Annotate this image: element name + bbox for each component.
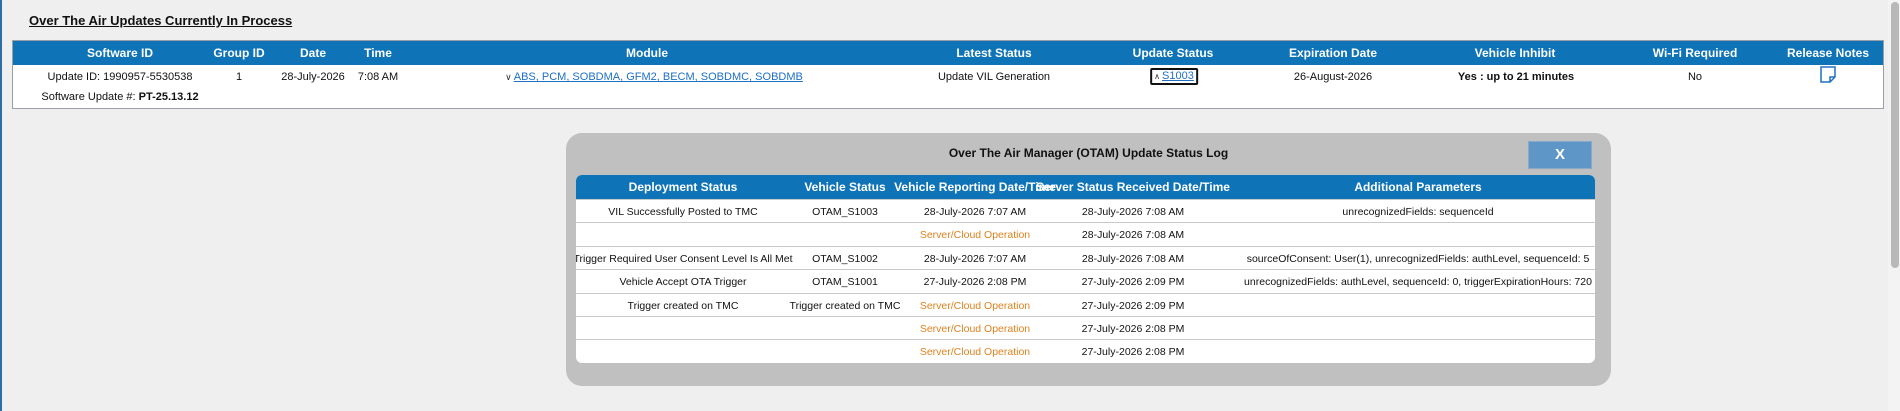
update-id-label: Update ID: bbox=[47, 71, 101, 83]
row-vehicle-reporting: 28-July-2026 7:07 AM bbox=[923, 206, 1027, 218]
row-deployment-status: VIL Successfully Posted to TMC bbox=[608, 206, 758, 218]
row-deployment-status: Trigger created on TMC bbox=[627, 299, 739, 312]
vehicle-inhibit-prefix: Yes : bbox=[1457, 71, 1484, 83]
row-vehicle-reporting: 27-July-2026 2:08 PM bbox=[923, 276, 1027, 289]
chevron-up-icon: ∧ bbox=[1154, 72, 1161, 81]
col-group-id: Group ID bbox=[213, 46, 265, 60]
row-vehicle-reporting: Server/Cloud Operation bbox=[919, 323, 1031, 335]
col-expiration-date: Expiration Date bbox=[1288, 46, 1378, 60]
row-server-received: 27-July-2026 2:09 PM bbox=[1081, 276, 1185, 289]
update-status-link[interactable]: S1003 bbox=[1162, 70, 1194, 82]
col-time: Time bbox=[364, 46, 392, 60]
col-vehicle-reporting: Vehicle Reporting Date/Time bbox=[894, 180, 1056, 194]
row-additional-parameters: sourceOfConsent: User(1), unrecognizedFi… bbox=[1246, 252, 1590, 265]
expiration-date-cell: 26-August-2026 bbox=[1293, 71, 1373, 83]
row-vehicle-status: OTAM_S1002 bbox=[812, 252, 878, 265]
table-row: Server/Cloud Operation 28-July-2026 7:08 … bbox=[576, 222, 1595, 246]
row-additional-parameters: unrecognizedFields: authLevel, sequenceI… bbox=[1244, 276, 1592, 289]
row-vehicle-reporting: 28-July-2026 7:07 AM bbox=[923, 252, 1027, 265]
scrollbar-thumb[interactable] bbox=[1891, 2, 1899, 268]
row-vehicle-status: Trigger created on TMC bbox=[789, 299, 901, 312]
row-vehicle-status: OTAM_S1003 bbox=[812, 206, 878, 218]
row-server-received: 27-July-2026 2:08 PM bbox=[1081, 323, 1185, 335]
col-additional-parameters: Additional Parameters bbox=[1354, 180, 1482, 194]
row-vehicle-reporting: Server/Cloud Operation bbox=[919, 299, 1031, 312]
table-row: VIL Successfully Posted to TMC OTAM_S1003… bbox=[576, 199, 1595, 223]
row-server-received: 28-July-2026 7:08 AM bbox=[1081, 252, 1185, 265]
page: Over The Air Updates Currently In Proces… bbox=[0, 0, 1900, 411]
row-additional-parameters: unrecognizedFields: sequenceId bbox=[1342, 206, 1494, 218]
software-update-label: Software Update #: bbox=[41, 91, 136, 103]
row-vehicle-status: OTAM_S1001 bbox=[812, 276, 878, 289]
col-wifi-required: Wi-Fi Required bbox=[1652, 46, 1738, 60]
table-row: Trigger Required User Consent Level Is A… bbox=[576, 245, 1595, 270]
table-row: Vehicle Accept OTA Trigger OTAM_S1001 27-J… bbox=[576, 269, 1595, 293]
vehicle-inhibit-cell: Yes : up to 21 minutes bbox=[1458, 71, 1574, 83]
row-deployment-status: Trigger Required User Consent Level Is A… bbox=[576, 252, 793, 265]
update-id: Update ID: 1990957-5530538 bbox=[48, 71, 193, 83]
table-row: Server/Cloud Operation 27-July-2026 2:08 … bbox=[576, 316, 1595, 340]
col-software-id: Software ID bbox=[86, 46, 154, 60]
row-deployment-status: Vehicle Accept OTA Trigger bbox=[619, 276, 747, 289]
status-log-dialog: Over The Air Manager (OTAM) Update Statu… bbox=[566, 133, 1611, 386]
row-server-received: 28-July-2026 7:08 AM bbox=[1081, 206, 1185, 218]
close-button[interactable]: X bbox=[1528, 141, 1592, 169]
time-cell: 7:08 AM bbox=[357, 71, 399, 83]
updates-table-header: Software ID Group ID Date Time Module La… bbox=[13, 41, 1883, 65]
col-server-received: Server Status Received Date/Time bbox=[1036, 180, 1230, 194]
col-vehicle-status: Vehicle Status bbox=[804, 180, 886, 194]
page-title: Over The Air Updates Currently In Proces… bbox=[29, 13, 293, 28]
col-deployment-status: Deployment Status bbox=[628, 180, 738, 194]
latest-status-cell: Update VIL Generation bbox=[937, 71, 1051, 83]
table-row: Server/Cloud Operation 27-July-2026 2:08 … bbox=[576, 339, 1595, 363]
chevron-down-icon[interactable]: ∨ bbox=[505, 72, 512, 82]
status-log-header: Deployment Status Vehicle Status Vehicle… bbox=[576, 175, 1595, 199]
vertical-scrollbar[interactable] bbox=[1888, 0, 1900, 411]
update-status-cell[interactable]: ∧ S1003 bbox=[1150, 68, 1198, 85]
status-log-table: Deployment Status Vehicle Status Vehicle… bbox=[576, 175, 1595, 363]
wifi-required-cell: No bbox=[1687, 71, 1703, 83]
col-date: Date bbox=[299, 46, 327, 60]
software-update-value: PT-25.13.12 bbox=[138, 91, 199, 103]
update-id-value: 1990957-5530538 bbox=[103, 71, 193, 83]
updates-table: Software ID Group ID Date Time Module La… bbox=[12, 40, 1884, 109]
group-id-cell: 1 bbox=[235, 71, 243, 83]
update-status-button[interactable]: ∧ S1003 bbox=[1150, 68, 1198, 85]
date-cell: 28-July-2026 bbox=[281, 71, 345, 83]
row-server-received: 27-July-2026 2:08 PM bbox=[1081, 346, 1185, 359]
document-icon[interactable] bbox=[1819, 66, 1837, 83]
module-link[interactable]: ABS, PCM, SOBDMA, GFM2, BECM, SOBDMC, SO… bbox=[514, 71, 803, 83]
col-update-status: Update Status bbox=[1132, 46, 1214, 60]
col-vehicle-inhibit: Vehicle Inhibit bbox=[1474, 46, 1556, 60]
row-server-received: 28-July-2026 7:08 AM bbox=[1081, 229, 1185, 242]
col-module: Module bbox=[626, 46, 668, 60]
row-vehicle-reporting: Server/Cloud Operation bbox=[919, 346, 1031, 359]
software-update: Software Update #: PT-25.13.12 bbox=[41, 91, 198, 103]
col-latest-status: Latest Status bbox=[956, 46, 1032, 60]
col-release-notes: Release Notes bbox=[1786, 46, 1870, 60]
dialog-title: Over The Air Manager (OTAM) Update Statu… bbox=[948, 146, 1229, 160]
vehicle-inhibit-value: up to 21 minutes bbox=[1486, 71, 1575, 83]
table-row: Trigger created on TMC Trigger created on… bbox=[576, 292, 1595, 317]
row-vehicle-reporting: Server/Cloud Operation bbox=[919, 229, 1031, 242]
module-cell[interactable]: ∨ ABS, PCM, SOBDMA, GFM2, BECM, SOBDMC, S… bbox=[505, 71, 803, 83]
row-server-received: 27-July-2026 2:09 PM bbox=[1081, 299, 1185, 312]
